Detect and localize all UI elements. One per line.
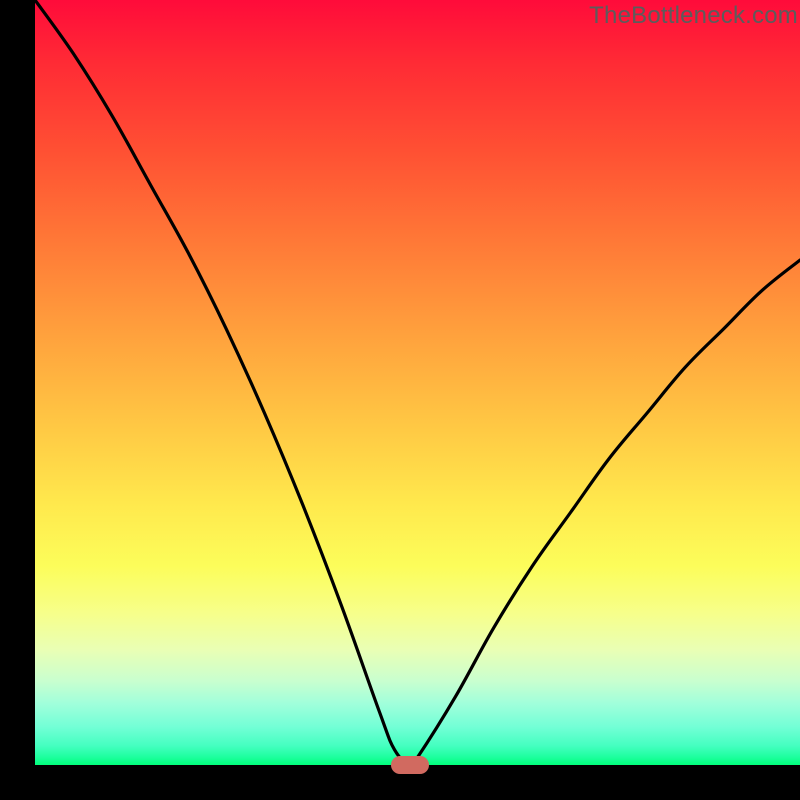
chart-frame: TheBottleneck.com xyxy=(0,0,800,800)
bottleneck-curve xyxy=(35,0,800,765)
curve-path xyxy=(35,0,800,765)
plot-area: TheBottleneck.com xyxy=(35,0,800,765)
optimal-marker xyxy=(391,756,429,774)
